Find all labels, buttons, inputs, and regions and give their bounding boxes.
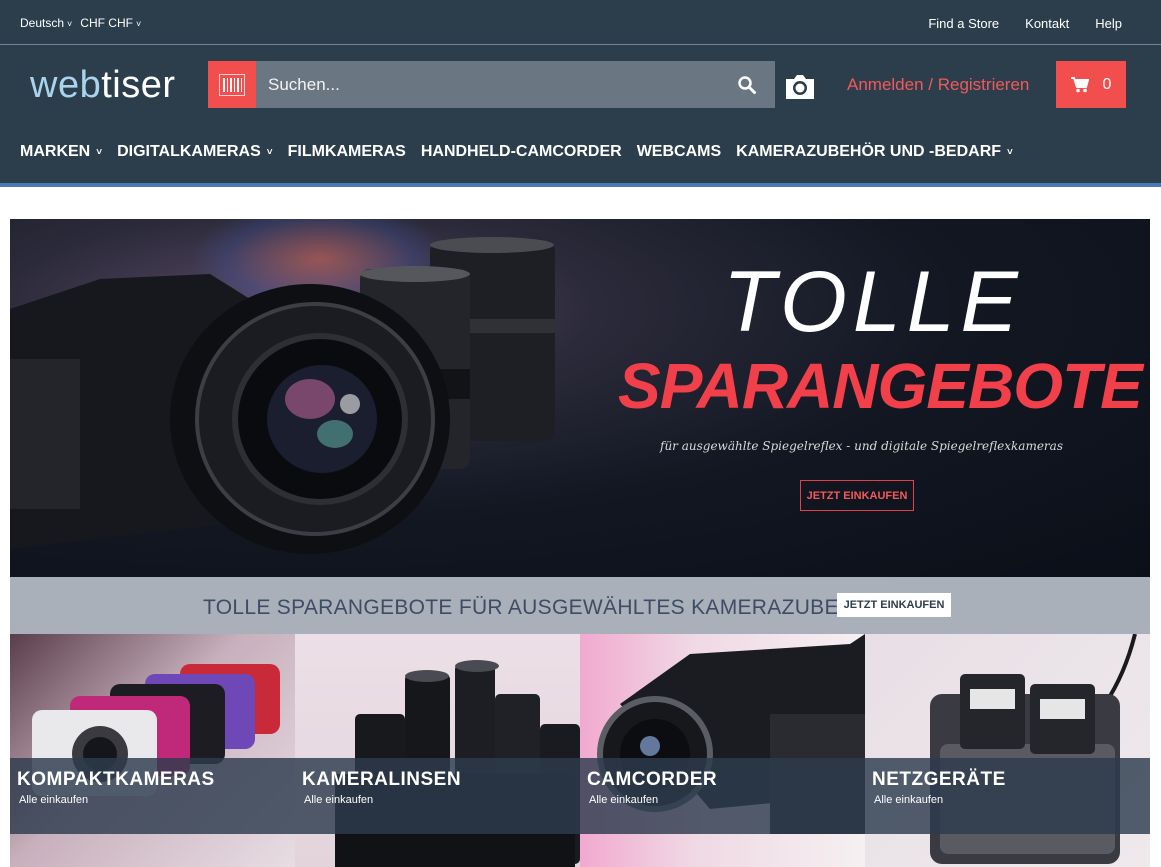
hero-banner[interactable]: TOLLE SPARANGEBOTE für ausgewählte Spieg… [10, 219, 1150, 577]
category-grid: KOMPAKTKAMERAS Alle einkaufen KAMERALINS… [10, 634, 1150, 867]
image-search-button[interactable] [783, 70, 817, 102]
nav-label: WEBCAMS [636, 143, 722, 160]
cart-button[interactable]: 0 [1056, 61, 1126, 108]
language-selector[interactable]: Deutsch ˅ [20, 16, 72, 30]
category-shop-all-link[interactable]: Alle einkaufen [304, 794, 373, 806]
category-name: KOMPAKTKAMERAS [17, 769, 215, 790]
cart-icon [1070, 76, 1089, 92]
promo-text: TOLLE SPARANGEBOTE FÜR AUSGEWÄHLTES KAME… [203, 596, 887, 619]
contact-link[interactable]: Kontakt [1025, 16, 1069, 31]
hero-camera-image [10, 237, 555, 554]
category-shop-all-link[interactable]: Alle einkaufen [589, 794, 658, 806]
barcode-icon [219, 73, 245, 96]
nav-label: DIGITALKAMERAS [117, 143, 261, 160]
cart-count: 0 [1102, 75, 1112, 93]
hero-shop-now-button[interactable]: JETZT EINKAUFEN [800, 480, 914, 511]
logo-part-web: web [30, 64, 102, 106]
currency-selector[interactable]: CHF CHF ˅ [80, 16, 141, 30]
nav-divider [0, 183, 1161, 187]
nav-item-handheld-camcorder[interactable]: HANDHELD-CAMCORDER [421, 143, 622, 161]
nav-label: FILMKAMERAS [287, 143, 406, 160]
promo-strip[interactable]: TOLLE SPARANGEBOTE FÜR AUSGEWÄHLTES KAME… [10, 577, 1150, 634]
currency-label: CHF CHF [80, 16, 133, 30]
chevron-down-icon: ˅ [266, 146, 273, 158]
help-link[interactable]: Help [1095, 16, 1122, 31]
chevron-down-icon: ˅ [1007, 146, 1013, 158]
logo-part-tiser: tiser [101, 64, 176, 106]
find-store-link[interactable]: Find a Store [928, 16, 999, 31]
top-bar: Deutsch ˅ CHF CHF ˅ Find a Store Kontakt H… [0, 0, 1161, 45]
language-label: Deutsch [20, 16, 65, 30]
search-bar [208, 61, 775, 108]
hero-title-line1: TOLLE [723, 254, 1024, 350]
nav-item-filmkameras[interactable]: FILMKAMERAS [288, 143, 406, 161]
nav-label: HANDHELD-CAMCORDER [420, 143, 622, 160]
nav-item-webcams[interactable]: WEBCAMS [637, 143, 721, 161]
promo-shop-now-button[interactable]: JETZT EINKAUFEN [837, 593, 951, 617]
main-nav: MARKEN ˅ DIGITALKAMERAS ˅ FILMKAMERAS HAND… [20, 143, 1013, 161]
category-shop-all-link[interactable]: Alle einkaufen [874, 794, 943, 806]
category-shop-all-link[interactable]: Alle einkaufen [19, 794, 88, 806]
chevron-down-icon: ˅ [135, 19, 142, 29]
search-icon [738, 75, 756, 94]
chevron-down-icon: ˅ [67, 19, 73, 29]
category-name: NETZGERÄTE [872, 769, 1006, 790]
nav-item-kamerazubehoer[interactable]: KAMERAZUBEHÖR UND -BEDARF ˅ [736, 143, 1013, 161]
category-tile-power-supplies[interactable]: NETZGERÄTE Alle einkaufen [865, 634, 1150, 867]
nav-item-marken[interactable]: MARKEN ˅ [20, 143, 102, 161]
nav-label: KAMERAZUBEHÖR UND -BEDARF [736, 143, 1002, 160]
nav-label: MARKEN [20, 143, 91, 160]
category-tile-compact-cameras[interactable]: KOMPAKTKAMERAS Alle einkaufen [10, 634, 295, 867]
search-input[interactable] [256, 61, 719, 108]
hero-title-line2: SPARANGEBOTE [618, 350, 1143, 422]
logo[interactable]: webtiser [30, 64, 176, 107]
category-name: CAMCORDER [587, 769, 718, 790]
hero-subtitle: für ausgewählte Spiegelreflex - und digi… [660, 439, 1063, 453]
category-tile-camcorders[interactable]: CAMCORDER Alle einkaufen [580, 634, 865, 867]
search-button[interactable] [719, 61, 775, 108]
login-register-link[interactable]: Anmelden / Registrieren [847, 75, 1029, 95]
camera-icon [786, 75, 814, 99]
nav-item-digitalkameras[interactable]: DIGITALKAMERAS ˅ [117, 143, 273, 161]
chevron-down-icon: ˅ [96, 146, 103, 158]
barcode-scan-button[interactable] [208, 61, 256, 108]
category-name: KAMERALINSEN [302, 769, 462, 790]
category-tile-camera-lenses[interactable]: KAMERALINSEN Alle einkaufen [295, 634, 580, 867]
site-header: Deutsch ˅ CHF CHF ˅ Find a Store Kontakt H… [0, 0, 1161, 187]
